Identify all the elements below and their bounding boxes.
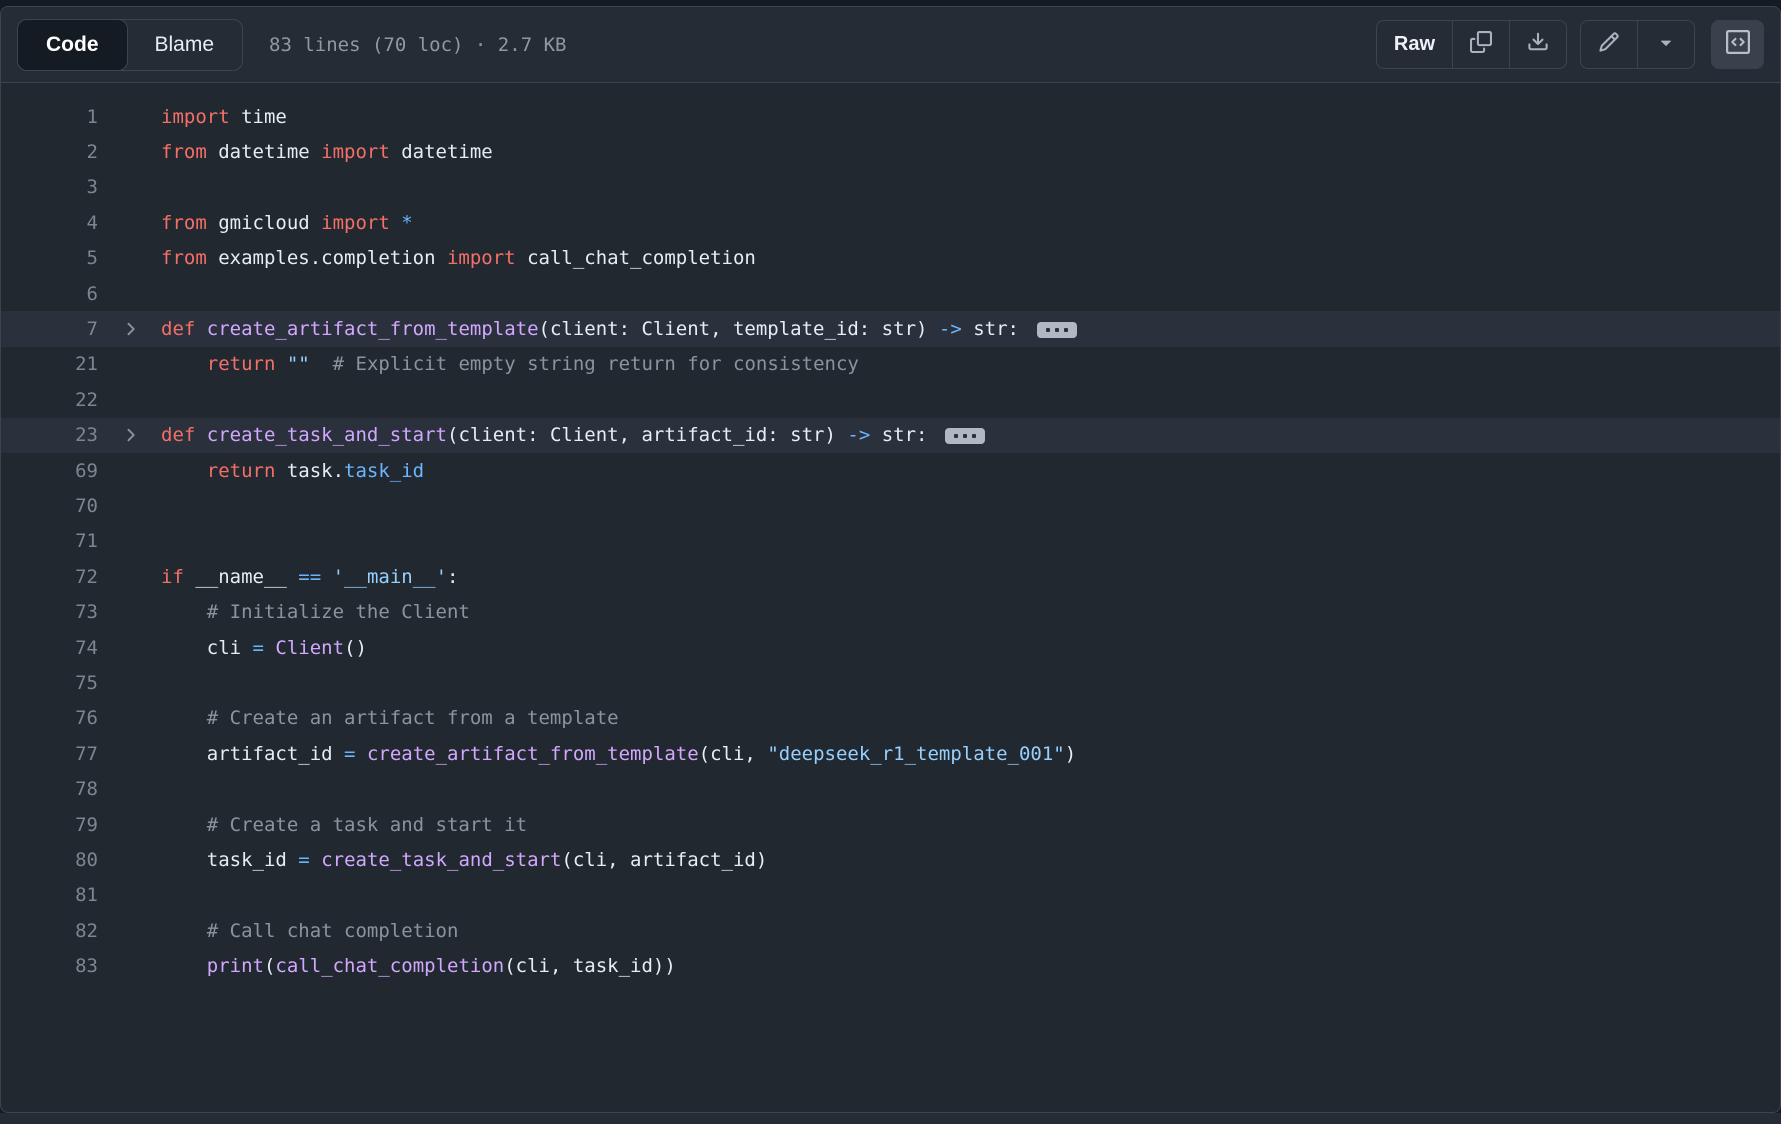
line-number[interactable]: 78	[1, 778, 98, 800]
file-toolbar: Code Blame 83 lines (70 loc) · 2.7 KB Ra…	[1, 7, 1780, 83]
horizontal-scrollbar-track[interactable]	[0, 1113, 1781, 1124]
line-number[interactable]: 80	[1, 849, 98, 871]
line-number[interactable]: 72	[1, 566, 98, 588]
line-number[interactable]: 77	[1, 743, 98, 765]
code-text: def create_artifact_from_template(client…	[161, 318, 1077, 340]
edit-group	[1580, 20, 1695, 69]
code-line: 72 if __name__ == '__main__':	[1, 559, 1780, 594]
line-number[interactable]: 73	[1, 601, 98, 623]
code-text: print(call_chat_completion(cli, task_id)…	[161, 955, 676, 977]
code-line: 82 # Call chat completion	[1, 913, 1780, 948]
file-stats: 83 lines (70 loc) · 2.7 KB	[269, 34, 566, 56]
line-number[interactable]: 81	[1, 884, 98, 906]
code-line: 81	[1, 878, 1780, 913]
code-square-icon	[1726, 30, 1750, 59]
line-number[interactable]: 21	[1, 353, 98, 375]
expand-fold-badge[interactable]	[1037, 322, 1077, 338]
line-number[interactable]: 70	[1, 495, 98, 517]
line-number[interactable]: 75	[1, 672, 98, 694]
code-text: # Initialize the Client	[161, 601, 470, 623]
line-number[interactable]: 3	[1, 176, 98, 198]
tab-blame[interactable]: Blame	[127, 20, 243, 70]
code-line: 1 import time	[1, 99, 1780, 134]
code-text: cli = Client()	[161, 637, 367, 659]
line-number[interactable]: 1	[1, 106, 98, 128]
line-number[interactable]: 79	[1, 814, 98, 836]
code-text: from gmicloud import *	[161, 212, 413, 234]
edit-button[interactable]	[1581, 21, 1637, 68]
code-line: 70	[1, 488, 1780, 523]
code-text: # Call chat completion	[161, 920, 458, 942]
code-text: task_id = create_task_and_start(cli, art…	[161, 849, 767, 871]
code-line: 73 # Initialize the Client	[1, 594, 1780, 629]
line-number[interactable]: 22	[1, 389, 98, 411]
code-line: 78	[1, 771, 1780, 806]
code-line: 79 # Create a task and start it	[1, 807, 1780, 842]
code-text: # Create a task and start it	[161, 814, 527, 836]
line-number[interactable]: 2	[1, 141, 98, 163]
line-number[interactable]: 23	[1, 424, 98, 446]
copy-button[interactable]	[1452, 21, 1509, 68]
code-text: from datetime import datetime	[161, 141, 493, 163]
code-line: 22	[1, 382, 1780, 417]
code-line: 23 def create_task_and_start(client: Clie…	[1, 418, 1780, 453]
code-text: # Create an artifact from a template	[161, 707, 619, 729]
raw-button[interactable]: Raw	[1377, 21, 1452, 68]
caret-down-icon	[1655, 31, 1677, 58]
code-text: artifact_id = create_artifact_from_templ…	[161, 743, 1076, 765]
code-line: 74 cli = Client()	[1, 630, 1780, 665]
code-line: 7 def create_artifact_from_template(clien…	[1, 311, 1780, 346]
line-number[interactable]: 4	[1, 212, 98, 234]
code-line: 3	[1, 170, 1780, 205]
fold-chevron-icon[interactable]	[98, 319, 161, 339]
code-text: from examples.completion import call_cha…	[161, 247, 756, 269]
file-view-card: Code Blame 83 lines (70 loc) · 2.7 KB Ra…	[0, 6, 1781, 1113]
line-number[interactable]: 69	[1, 460, 98, 482]
code-line: 6	[1, 276, 1780, 311]
line-number[interactable]: 6	[1, 283, 98, 305]
code-line: 80 task_id = create_task_and_start(cli, …	[1, 842, 1780, 877]
line-number[interactable]: 76	[1, 707, 98, 729]
code-text: return task.task_id	[161, 460, 424, 482]
code-line: 75	[1, 665, 1780, 700]
code-line: 71	[1, 524, 1780, 559]
line-number[interactable]: 74	[1, 637, 98, 659]
code-line: 69 return task.task_id	[1, 453, 1780, 488]
line-number[interactable]: 7	[1, 318, 98, 340]
line-number[interactable]: 71	[1, 530, 98, 552]
tab-code[interactable]: Code	[17, 19, 128, 71]
code-text: if __name__ == '__main__':	[161, 566, 458, 588]
expand-fold-badge[interactable]	[945, 428, 985, 444]
line-number[interactable]: 83	[1, 955, 98, 977]
copy-icon	[1470, 31, 1492, 58]
code-text: return "" # Explicit empty string return…	[161, 353, 859, 375]
raw-copy-download-group: Raw	[1376, 20, 1567, 69]
code-blame-switch: Code Blame	[17, 19, 243, 71]
code-line: 77 artifact_id = create_artifact_from_te…	[1, 736, 1780, 771]
code-line: 2 from datetime import datetime	[1, 134, 1780, 169]
code-text: import time	[161, 106, 287, 128]
code-lines: 1 import time 2 from datetime import dateti…	[1, 83, 1780, 984]
code-line: 4 from gmicloud import *	[1, 205, 1780, 240]
code-line: 76 # Create an artifact from a template	[1, 701, 1780, 736]
symbols-panel-button[interactable]	[1711, 20, 1764, 69]
edit-dropdown-button[interactable]	[1637, 21, 1694, 68]
edit-pencil-icon	[1598, 31, 1620, 58]
line-number[interactable]: 5	[1, 247, 98, 269]
code-text: def create_task_and_start(client: Client…	[161, 424, 985, 446]
line-number[interactable]: 82	[1, 920, 98, 942]
fold-chevron-icon[interactable]	[98, 425, 161, 445]
code-line: 83 print(call_chat_completion(cli, task_…	[1, 948, 1780, 983]
code-line: 5 from examples.completion import call_ch…	[1, 241, 1780, 276]
download-button[interactable]	[1509, 21, 1566, 68]
download-icon	[1527, 31, 1549, 58]
code-line: 21 return "" # Explicit empty string ret…	[1, 347, 1780, 382]
